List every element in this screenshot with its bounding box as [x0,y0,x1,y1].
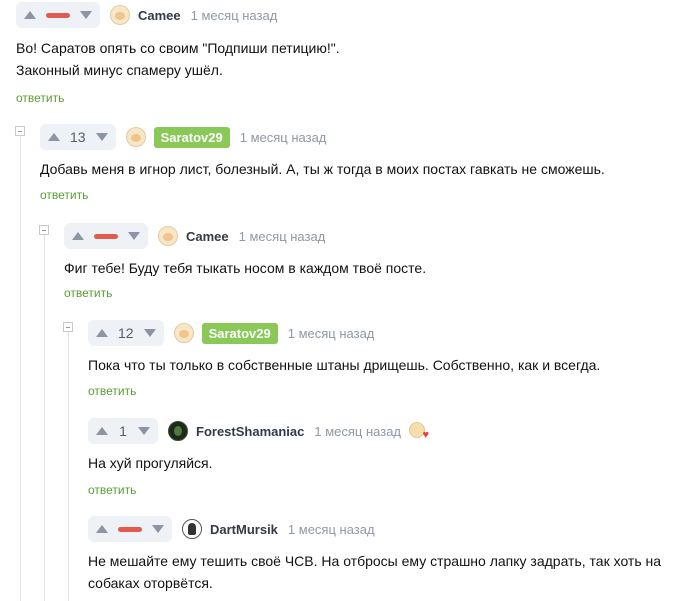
comment-body: На хуй прогуляйся. [88,452,213,474]
rating-widget [16,2,100,28]
downvote-icon[interactable] [95,133,108,141]
comment-header: Camee 1 месяц назад [16,2,277,28]
comment-header: 1 ForestShamaniac 1 месяц назад [88,418,429,444]
comment-body: Во! Саратов опять со своим "Подпиши пети… [16,37,340,81]
downvote-icon[interactable] [128,232,140,240]
author-name[interactable]: Saratov29 [201,322,278,344]
heart-cat-sticker-icon [409,422,429,441]
rating-widget [88,516,172,542]
downvote-icon[interactable] [138,427,150,435]
reply-link[interactable]: ответить [88,384,136,398]
comment-text-line: Фиг тебе! Буду тебя тыкать носом в каждо… [64,260,427,276]
timestamp[interactable]: 1 месяц назад [239,229,326,244]
collapse-thread-button[interactable] [15,126,25,136]
comment-text-line: Добавь меня в игнор лист, болезный. А, т… [40,161,605,177]
comment-text-line: собаках оторвётся. [88,575,213,591]
thread-line [20,132,21,601]
comment-header: Camee 1 месяц назад [64,223,325,249]
timestamp[interactable]: 1 месяц назад [240,130,327,145]
comment-body: Добавь меня в игнор лист, болезный. А, т… [40,158,605,180]
upvote-icon[interactable] [24,11,36,19]
author-name[interactable]: Camee [186,229,229,244]
rating-widget [64,223,148,249]
collapse-thread-button[interactable] [39,225,49,235]
rating-widget: 1 [88,418,158,444]
timestamp[interactable]: 1 месяц назад [314,424,401,439]
upvote-icon[interactable] [96,525,108,533]
comment-header: 13 Saratov29 1 месяц назад [40,124,326,150]
avatar[interactable] [158,226,178,246]
rating-count: 12 [118,325,134,341]
comment-body: Не мешайте ему тешить своё ЧСВ. На отбро… [88,550,661,594]
rating-count: 1 [119,423,127,439]
collapse-thread-button[interactable] [63,322,73,332]
upvote-icon[interactable] [96,329,108,337]
rating-widget: 12 [88,320,164,346]
avatar[interactable] [110,5,130,25]
negative-rating-indicator [94,233,118,239]
avatar[interactable] [182,519,202,539]
avatar[interactable] [173,323,194,343]
thread-line [68,330,69,601]
rating-count: 13 [70,129,86,145]
comment-text-line: Не мешайте ему тешить своё ЧСВ. На отбро… [88,553,662,569]
timestamp[interactable]: 1 месяц назад [288,326,375,341]
comment-header: 12 Saratov29 1 месяц назад [88,320,374,346]
upvote-icon[interactable] [72,232,84,240]
author-name[interactable]: ForestShamaniac [196,424,304,439]
upvote-icon[interactable] [48,133,60,141]
author-name[interactable]: DartMursik [210,522,278,537]
thread-line [44,232,45,601]
comment-body: Пока что ты только в собственные штаны д… [88,354,600,376]
comment-text-line: На хуй прогуляйся. [88,455,213,471]
downvote-icon[interactable] [80,11,92,19]
downvote-icon[interactable] [143,329,156,337]
downvote-icon[interactable] [152,525,164,533]
reply-link[interactable]: ответить [88,483,136,497]
comment-text-line: Законный минус спамеру ушёл. [16,62,223,78]
negative-rating-indicator [46,12,70,18]
reply-link[interactable]: ответить [16,91,64,105]
comment-text-line: Пока что ты только в собственные штаны д… [88,357,601,373]
rating-widget: 13 [40,124,116,150]
comment-header: DartMursik 1 месяц назад [88,516,375,542]
timestamp[interactable]: 1 месяц назад [191,8,278,23]
comment-text-line: Во! Саратов опять со своим "Подпиши пети… [16,40,340,56]
negative-rating-indicator [118,526,142,532]
reply-link[interactable]: ответить [64,286,112,300]
avatar[interactable] [125,127,146,147]
avatar[interactable] [168,421,188,441]
author-name[interactable]: Camee [138,8,181,23]
comment-body: Фиг тебе! Буду тебя тыкать носом в каждо… [64,257,426,279]
upvote-icon[interactable] [96,427,108,435]
author-name[interactable]: Saratov29 [153,126,230,148]
reply-link[interactable]: ответить [40,188,88,202]
timestamp[interactable]: 1 месяц назад [288,522,375,537]
